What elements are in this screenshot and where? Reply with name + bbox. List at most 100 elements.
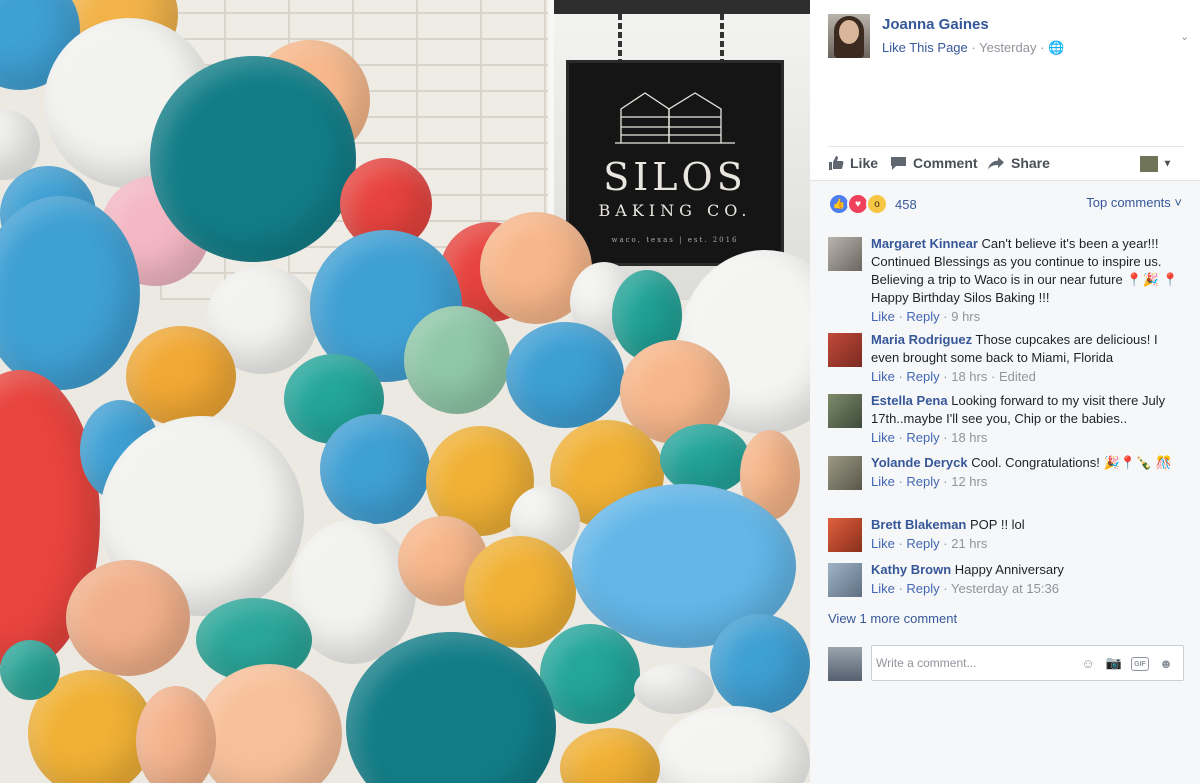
commenter-name[interactable]: Brett Blakeman [871, 517, 966, 532]
comment-body: Maria Rodriguez Those cupcakes are delic… [871, 331, 1184, 367]
commenter-avatar[interactable] [828, 237, 862, 271]
comment-like-link[interactable]: Like [871, 430, 895, 445]
comment-like-link[interactable]: Like [871, 474, 895, 489]
comment-body: Brett Blakeman POP !! lol [871, 516, 1184, 534]
comment-meta: Like · Reply · Yesterday at 15:36 [871, 581, 1059, 596]
post-actions-bar: Like Comment Share ▼ [828, 146, 1184, 179]
comment-reply-link[interactable]: Reply [906, 474, 939, 489]
comment-meta: Like · Reply · 12 hrs [871, 474, 988, 489]
comment-reply-link[interactable]: Reply [906, 369, 939, 384]
commenter-avatar[interactable] [828, 333, 862, 367]
silos-logo-icon [615, 92, 735, 144]
comment-time[interactable]: 12 hrs [951, 474, 987, 489]
sign-title: SILOS [603, 155, 747, 199]
comment-time[interactable]: Yesterday at 15:36 [951, 581, 1059, 596]
comment-time[interactable]: 18 hrs [951, 430, 987, 445]
comment-like-link[interactable]: Like [871, 309, 895, 324]
comment-time[interactable]: 9 hrs [951, 309, 980, 324]
sign-tagline: waco, texas | est. 2016 [611, 236, 739, 244]
viewer-avatar [1140, 155, 1158, 172]
sticker-icon[interactable]: ☻ [1157, 654, 1175, 672]
commenter-avatar[interactable] [828, 394, 862, 428]
camera-icon[interactable]: 📷 [1105, 654, 1123, 672]
comment-reply-link[interactable]: Reply [906, 536, 939, 551]
commenter-name[interactable]: Estella Pena [871, 393, 948, 408]
meta-separator: · [1040, 40, 1045, 55]
comment-label: Comment [913, 155, 978, 171]
comment-text: Happy Anniversary [954, 562, 1064, 577]
post-options-chevron-icon[interactable]: ⌄ [1180, 30, 1189, 43]
comments-section: 👍 ♥ o 458 Top comments ˅ Margaret Kinnea… [810, 180, 1200, 784]
silos-sign: SILOS BAKING CO. waco, texas | est. 2016 [566, 60, 784, 266]
share-arrow-icon [988, 157, 1004, 170]
comment-item: Brett Blakeman POP !! lol Like · Reply ·… [828, 516, 1184, 553]
post-as-selector[interactable]: ▼ [1140, 155, 1172, 173]
gif-icon[interactable]: GIF [1131, 657, 1149, 671]
comment-meta: Like · Reply · 18 hrs · Edited [871, 369, 1036, 384]
comment-time[interactable]: 18 hrs [951, 369, 987, 384]
post-timestamp[interactable]: Yesterday [979, 40, 1036, 55]
post-sidebar: Joanna Gaines Like This Page · Yesterday… [810, 0, 1200, 784]
page-name-link[interactable]: Joanna Gaines [882, 16, 989, 33]
caret-down-icon: ▼ [1162, 158, 1173, 170]
comment-meta: Like · Reply · 18 hrs [871, 430, 988, 445]
commenter-name[interactable]: Yolande Deryck [871, 455, 968, 470]
comment-body: Kathy Brown Happy Anniversary [871, 561, 1184, 579]
comment-like-link[interactable]: Like [871, 536, 895, 551]
comment-item: Margaret Kinnear Can't believe it's been… [828, 235, 1184, 326]
comment-input[interactable]: Write a comment... ☺ 📷 GIF ☻ [871, 645, 1184, 681]
comment-like-link[interactable]: Like [871, 581, 895, 596]
comment-edited-label[interactable]: Edited [999, 369, 1036, 384]
comment-item: Kathy Brown Happy Anniversary Like · Rep… [828, 561, 1184, 598]
commenter-avatar[interactable] [828, 518, 862, 552]
view-more-comments-link[interactable]: View 1 more comment [828, 611, 957, 626]
share-label: Share [1011, 155, 1050, 171]
comment-reply-link[interactable]: Reply [906, 430, 939, 445]
comment-body: Estella Pena Looking forward to my visit… [871, 392, 1184, 428]
thumbs-up-icon [829, 156, 844, 170]
reaction-count[interactable]: 458 [895, 197, 917, 212]
comment-text: Cool. Congratulations! 🎉📍🍾 🎊 [971, 455, 1172, 470]
reactions-summary[interactable]: 👍 ♥ o 458 [828, 193, 917, 215]
globe-icon: 🌐 [1048, 40, 1065, 55]
like-page-link[interactable]: Like This Page [882, 40, 968, 55]
commenter-name[interactable]: Kathy Brown [871, 562, 951, 577]
commenter-avatar[interactable] [828, 456, 862, 490]
current-user-avatar [828, 647, 862, 681]
comment-composer: Write a comment... ☺ 📷 GIF ☻ [828, 645, 1184, 683]
emoji-icon[interactable]: ☺ [1079, 654, 1097, 672]
comment-meta: Like · Reply · 9 hrs [871, 309, 981, 324]
avatar-face [839, 20, 859, 44]
wow-reaction-icon: o [866, 193, 888, 215]
commenter-name[interactable]: Margaret Kinnear [871, 236, 978, 251]
comment-item: Maria Rodriguez Those cupcakes are delic… [828, 331, 1184, 386]
comment-button[interactable]: Comment [890, 155, 978, 171]
sign-chain-left [618, 14, 622, 62]
comment-input-placeholder[interactable]: Write a comment... [876, 656, 976, 670]
share-button[interactable]: Share [988, 155, 1050, 171]
comment-meta: Like · Reply · 21 hrs [871, 536, 988, 551]
comment-item: Estella Pena Looking forward to my visit… [828, 392, 1184, 447]
comment-body: Margaret Kinnear Can't believe it's been… [871, 235, 1184, 307]
sign-chain-right [720, 14, 724, 62]
page-avatar[interactable] [828, 14, 870, 58]
commenter-name[interactable]: Maria Rodriguez [871, 332, 972, 347]
comment-reply-link[interactable]: Reply [906, 581, 939, 596]
composer-tools: ☺ 📷 GIF ☻ [1079, 654, 1175, 672]
comment-like-link[interactable]: Like [871, 369, 895, 384]
like-label: Like [850, 155, 879, 171]
top-comments-dropdown[interactable]: Top comments ˅ [1086, 195, 1182, 210]
sign-subtitle: BAKING CO. [598, 201, 752, 220]
like-button[interactable]: Like [828, 155, 878, 171]
post-photo[interactable]: SILOS BAKING CO. waco, texas | est. 2016 [0, 0, 810, 783]
comment-body: Yolande Deryck Cool. Congratulations! 🎉📍… [871, 454, 1184, 472]
comment-time[interactable]: 21 hrs [951, 536, 987, 551]
comment-reply-link[interactable]: Reply [906, 309, 939, 324]
comment-bubble-icon [891, 156, 906, 170]
meta-separator: · [971, 40, 976, 55]
commenter-avatar[interactable] [828, 563, 862, 597]
comment-item: Yolande Deryck Cool. Congratulations! 🎉📍… [828, 454, 1184, 491]
comment-text: POP !! lol [970, 517, 1025, 532]
sign-rail [550, 0, 810, 14]
post-meta: Like This Page · Yesterday · 🌐 [882, 40, 1064, 56]
